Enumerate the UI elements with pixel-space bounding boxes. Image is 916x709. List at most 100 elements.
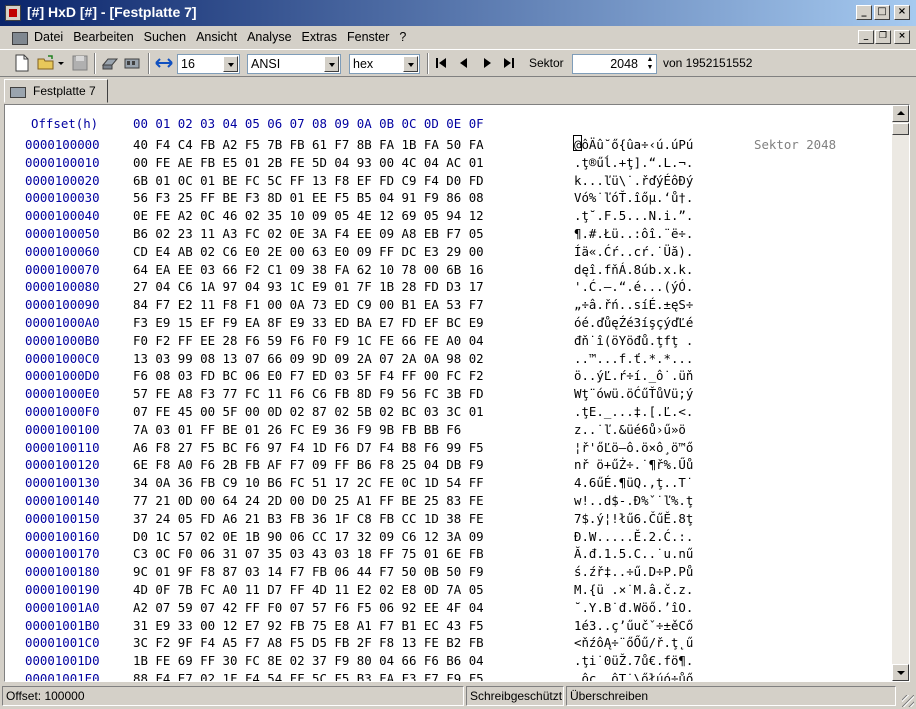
row-text[interactable]: .ţ®űĺ.+ţ].“.L.¬. <box>574 155 693 170</box>
row-bytes[interactable]: 34 0A 36 FB C9 10 B6 FC 51 17 2C FE 0C 1… <box>133 475 484 490</box>
mdi-close-button[interactable]: × <box>894 30 910 44</box>
row-bytes[interactable]: D0 1C 57 02 0E 1B 90 06 CC 17 32 09 C6 1… <box>133 529 484 544</box>
table-row[interactable]: 0000100120 6E F8 A0 F6 2B FB AF F7 09 FF … <box>5 457 885 473</box>
row-text[interactable]: '.Ć.—.“.é...(ýÓ. <box>574 279 693 294</box>
menu-bearbeiten[interactable]: Bearbeiten <box>73 30 133 44</box>
table-row[interactable]: 0000100010 00 FE AE FB E5 01 2B FE 5D 04 … <box>5 155 885 171</box>
document-icon[interactable] <box>11 29 28 45</box>
row-bytes[interactable]: F0 F2 FF EE 28 F6 59 F6 F0 F9 1C FE 66 F… <box>133 333 484 348</box>
chevron-down-icon[interactable] <box>223 56 238 72</box>
table-row[interactable]: 0000100160 D0 1C 57 02 0E 1B 90 06 CC 17 … <box>5 529 885 545</box>
table-row[interactable]: 0000100180 9C 01 9F F8 87 03 14 F7 FB 06 … <box>5 564 885 580</box>
row-bytes[interactable]: 1B FE 69 FF 30 FC 8E 02 37 F9 80 04 66 F… <box>133 653 484 668</box>
table-row[interactable]: 0000100090 84 F7 E2 11 F8 F1 00 0A 73 ED … <box>5 297 885 313</box>
row-text[interactable]: ¶.#.Łü..:ôî.¨ë÷. <box>574 226 693 241</box>
menu-datei[interactable]: Datei <box>34 30 63 44</box>
row-bytes[interactable]: 88 F4 E7 02 1F F4 54 FF 5C F5 B3 FA F3 F… <box>133 671 484 681</box>
row-bytes[interactable]: C3 0C F0 06 31 07 35 03 43 03 18 FF 75 0… <box>133 546 484 561</box>
table-row[interactable]: 00001000C0 13 03 99 08 13 07 66 09 9D 09 … <box>5 351 885 367</box>
next-sector-icon[interactable] <box>480 56 494 70</box>
hex-editor[interactable]: Offset(h) 00 01 02 03 04 05 06 07 08 09 … <box>4 104 910 682</box>
menu-ansicht[interactable]: Ansicht <box>196 30 237 44</box>
new-file-icon[interactable] <box>12 53 32 73</box>
row-bytes[interactable]: 64 EA EE 03 66 F2 C1 09 38 FA 62 10 78 0… <box>133 262 484 277</box>
table-row[interactable]: 0000100030 56 F3 25 FF BE F3 8D 01 EE F5 … <box>5 190 885 206</box>
table-row[interactable]: 0000100150 37 24 05 FD A6 21 B3 FB 36 1F … <box>5 511 885 527</box>
chevron-down-icon[interactable] <box>403 56 418 72</box>
row-text[interactable]: .ţi˙0üŽ.7ů€.fö¶. <box>574 653 693 668</box>
table-row[interactable]: 00001000B0 F0 F2 FF EE 28 F6 59 F6 F0 F9 … <box>5 333 885 349</box>
menu-help[interactable]: ? <box>399 30 406 44</box>
row-text[interactable]: .ţ˘.F.5...N.i.”. <box>574 208 693 223</box>
spin-up-icon[interactable]: ▲ <box>645 56 655 64</box>
row-text[interactable]: ˘.Y.B˙đ.Wöő.’îO. <box>574 600 693 615</box>
row-bytes[interactable]: 77 21 0D 00 64 24 2D 00 D0 25 A1 FF BE 2… <box>133 493 484 508</box>
row-text[interactable]: w!..d$-.Đ%ˇ˙ľ%.ţ <box>574 493 693 508</box>
row-bytes[interactable]: A6 F8 27 F5 BC F6 97 F4 1D F6 D7 F4 B8 F… <box>133 440 484 455</box>
row-text[interactable]: .ţE._...‡.[.Ľ.<. <box>574 404 693 419</box>
row-bytes[interactable]: B6 02 23 11 A3 FC 02 0E 3A F4 EE 09 A8 E… <box>133 226 484 241</box>
row-text[interactable]: k...ľü\˙.řďýÉôĐý <box>574 173 693 188</box>
previous-sector-icon[interactable] <box>457 56 471 70</box>
table-row[interactable]: 0000100170 C3 0C F0 06 31 07 35 03 43 03 … <box>5 546 885 562</box>
table-row[interactable]: 0000100100 7A 03 01 FF BE 01 26 FC E9 36 … <box>5 422 885 438</box>
table-row[interactable]: 0000100040 0E FE A2 0C 46 02 35 10 09 05 … <box>5 208 885 224</box>
row-bytes[interactable]: 9C 01 9F F8 87 03 14 F7 FB 06 44 F7 50 0… <box>133 564 484 579</box>
row-text[interactable]: ¦ř'őĽö—ô.ö×ô¸ö™ő <box>574 440 693 455</box>
first-sector-icon[interactable] <box>434 56 448 70</box>
row-bytes[interactable]: 31 E9 33 00 12 E7 92 FB 75 E8 A1 F7 B1 E… <box>133 618 484 633</box>
row-text[interactable]: đň˙î(öYöđů.ţfţ . <box>574 333 693 348</box>
row-bytes[interactable]: 6E F8 A0 F6 2B FB AF F7 09 FF B6 F8 25 0… <box>133 457 484 472</box>
row-text[interactable]: ś.źř‡..÷ű.D÷P.Pů <box>574 564 693 579</box>
row-text[interactable]: <ňźôĄ÷¨őŐű/ř.ţ˛ű <box>574 635 693 650</box>
row-text[interactable]: z..˙ľ.&üé6ů›ű»ö <box>574 422 686 437</box>
sector-spinbox[interactable]: 2048 ▲ ▼ <box>572 54 657 74</box>
menu-suchen[interactable]: Suchen <box>144 30 186 44</box>
row-bytes[interactable]: 0E FE A2 0C 46 02 35 10 09 05 4E 12 69 0… <box>133 208 484 223</box>
spin-down-icon[interactable]: ▼ <box>645 64 655 72</box>
row-text[interactable]: 7$.ý¦!łű6.ČűĚ.8ţ <box>574 511 693 526</box>
table-row[interactable]: 0000100140 77 21 0D 00 64 24 2D 00 D0 25 … <box>5 493 885 509</box>
hxd-app-icon[interactable] <box>5 5 21 21</box>
table-row[interactable]: 0000100060 CD E4 AB 02 C6 E0 2E 00 63 E0 … <box>5 244 885 260</box>
row-text[interactable]: Đ.W.....Ě.2.Ć.:. <box>574 529 693 544</box>
resize-grip[interactable] <box>902 695 914 707</box>
row-bytes[interactable]: 84 F7 E2 11 F8 F1 00 0A 73 ED C9 00 B1 E… <box>133 297 484 312</box>
row-bytes[interactable]: F3 E9 15 EF F9 EA 8F E9 33 ED BA E7 FD E… <box>133 315 484 330</box>
table-row[interactable]: 0000100070 64 EA EE 03 66 F2 C1 09 38 FA … <box>5 262 885 278</box>
row-text[interactable]: .ôç..ôT˙\őłúó÷ůő <box>574 671 693 681</box>
row-text[interactable]: Vó%˙ľóŤ.îőµ.‘ů†. <box>574 190 693 205</box>
row-text[interactable]: 4.6űÉ.¶üQ.,ţ..T˙ <box>574 475 693 490</box>
table-row[interactable]: 00001001D0 1B FE 69 FF 30 FC 8E 02 37 F9 … <box>5 653 885 669</box>
row-bytes[interactable]: 4D 0F 7B FC A0 11 D7 FF 4D 11 E2 02 E8 0… <box>133 582 484 597</box>
vertical-scrollbar[interactable] <box>892 105 909 681</box>
row-text[interactable]: nř ö+űŻ÷.˙¶ř%.Űů <box>574 457 693 472</box>
row-bytes[interactable]: 56 F3 25 FF BE F3 8D 01 EE F5 B5 04 91 F… <box>133 190 484 205</box>
row-bytes[interactable]: 6B 01 0C 01 BE FC 5C FF 13 F8 EF FD C9 F… <box>133 173 484 188</box>
row-text[interactable]: M.{ü .×˙M.â.č.z. <box>574 582 693 597</box>
charset-select[interactable]: ANSI <box>247 54 341 74</box>
bytes-per-row-select[interactable]: 16 <box>177 54 240 74</box>
menu-fenster[interactable]: Fenster <box>347 30 389 44</box>
row-text[interactable]: ö..ýĽ.ŕ÷í._ô˙.üň <box>574 368 693 383</box>
maximize-button[interactable]: □ <box>874 5 890 20</box>
menu-extras[interactable]: Extras <box>302 30 337 44</box>
table-row[interactable]: 00001000A0 F3 E9 15 EF F9 EA 8F E9 33 ED … <box>5 315 885 331</box>
mdi-restore-button[interactable]: ❐ <box>875 30 891 44</box>
row-bytes[interactable]: 7A 03 01 FF BE 01 26 FC E9 36 F9 9B FB B… <box>133 422 461 437</box>
open-folder-icon[interactable] <box>36 53 56 73</box>
table-row[interactable]: 00001001C0 3C F2 9F F4 A5 F7 A8 F5 D5 FB … <box>5 635 885 651</box>
last-sector-icon[interactable] <box>502 56 516 70</box>
table-row[interactable]: 0000100190 4D 0F 7B FC A0 11 D7 FF 4D 11 … <box>5 582 885 598</box>
row-bytes[interactable]: 13 03 99 08 13 07 66 09 9D 09 2A 07 2A 0… <box>133 351 484 366</box>
open-dropdown-icon[interactable] <box>57 53 65 73</box>
table-row[interactable]: 0000100050 B6 02 23 11 A3 FC 02 0E 3A F4 … <box>5 226 885 242</box>
row-text[interactable]: Wţ¨ówü.öĆűŤůVü;ý <box>574 386 693 401</box>
scroll-up-button[interactable] <box>892 105 909 122</box>
save-icon[interactable] <box>70 53 90 73</box>
table-row[interactable]: 0000100000 40 F4 C4 FB A2 F5 7B FB 61 F7 … <box>5 137 885 153</box>
row-bytes[interactable]: A2 07 59 07 42 FF F0 07 57 F6 F5 06 92 E… <box>133 600 484 615</box>
table-row[interactable]: 0000100130 34 0A 36 FB C9 10 B6 FC 51 17 … <box>5 475 885 491</box>
row-bytes[interactable]: 3C F2 9F F4 A5 F7 A8 F5 D5 FB 2F F8 13 F… <box>133 635 484 650</box>
row-bytes[interactable]: 37 24 05 FD A6 21 B3 FB 36 1F C8 FB CC 1… <box>133 511 484 526</box>
